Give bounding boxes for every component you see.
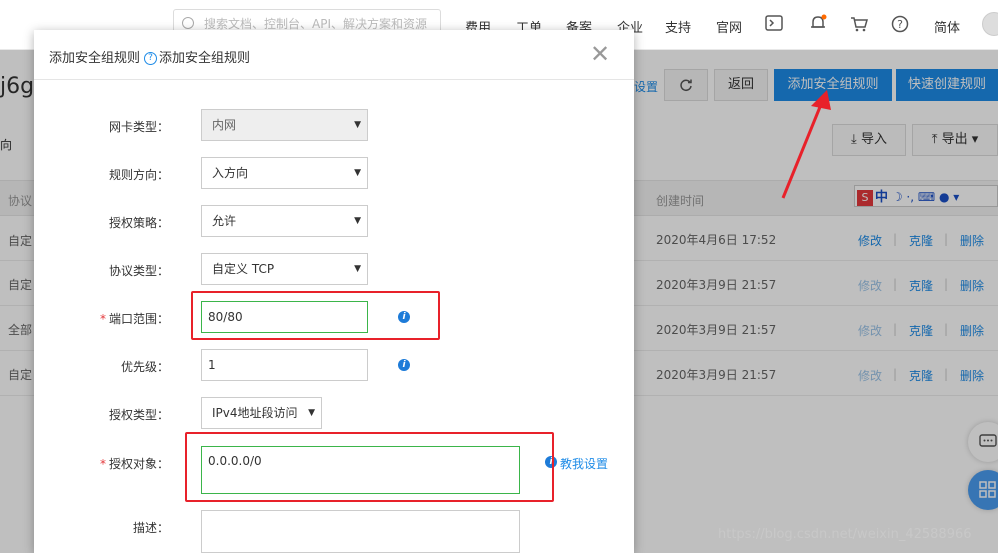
auth-type-select[interactable]: IPv4地址段访问 ▼ [201,397,322,429]
bell-icon[interactable] [809,14,827,32]
search-icon [182,17,194,29]
cart-icon[interactable] [850,16,868,32]
teach-me-link[interactable]: 教我设置 [560,455,608,472]
annotation-arrow-icon [781,90,831,199]
description-textarea[interactable] [201,510,520,553]
help-icon[interactable]: ? [891,15,909,33]
nic-type-select: 内网 ▼ [201,109,368,141]
protocol-label: 协议类型： [108,264,169,278]
svg-text:?: ? [897,18,903,31]
port-range-label: * 端口范围： [99,312,169,326]
highlight-box [191,291,440,340]
policy-label: 授权策略： [108,216,169,230]
required-mark: * [99,312,106,326]
chevron-down-icon: ▼ [354,168,361,178]
nav-support[interactable]: 支持 [665,17,691,36]
chevron-down-icon: ▼ [308,408,315,418]
chevron-down-icon: ▼ [354,216,361,226]
question-icon[interactable]: ? [144,52,158,65]
chevron-down-icon: ▼ [354,120,361,130]
language-switch[interactable]: 简体 [934,17,960,36]
direction-label: 规则方向： [108,168,169,182]
nic-type-label: 网卡类型： [108,120,169,134]
watermark: https://blog.csdn.net/weixin_42588966 [718,527,972,542]
terminal-icon[interactable] [765,15,783,31]
direction-select[interactable]: 入方向 ▼ [201,157,368,189]
chevron-down-icon: ▼ [354,264,361,274]
description-label: 描述： [132,521,169,535]
auth-type-label: 授权类型： [108,408,169,422]
policy-select[interactable]: 允许 ▼ [201,205,368,237]
protocol-select[interactable]: 自定义 TCP ▼ [201,253,368,285]
priority-label: 优先级： [120,360,169,374]
required-mark: * [99,457,106,471]
auth-object-label: * 授权对象： [99,457,169,471]
close-icon[interactable]: ✕ [590,42,610,66]
highlight-box [185,432,554,502]
dialog-help-text[interactable]: 添加安全组规则 [159,51,250,66]
nav-official-site[interactable]: 官网 [716,17,742,36]
info-icon[interactable]: i [398,359,410,371]
dialog-title: 添加安全组规则? 添加安全组规则 [49,51,251,66]
priority-input[interactable]: 1 [201,349,368,381]
